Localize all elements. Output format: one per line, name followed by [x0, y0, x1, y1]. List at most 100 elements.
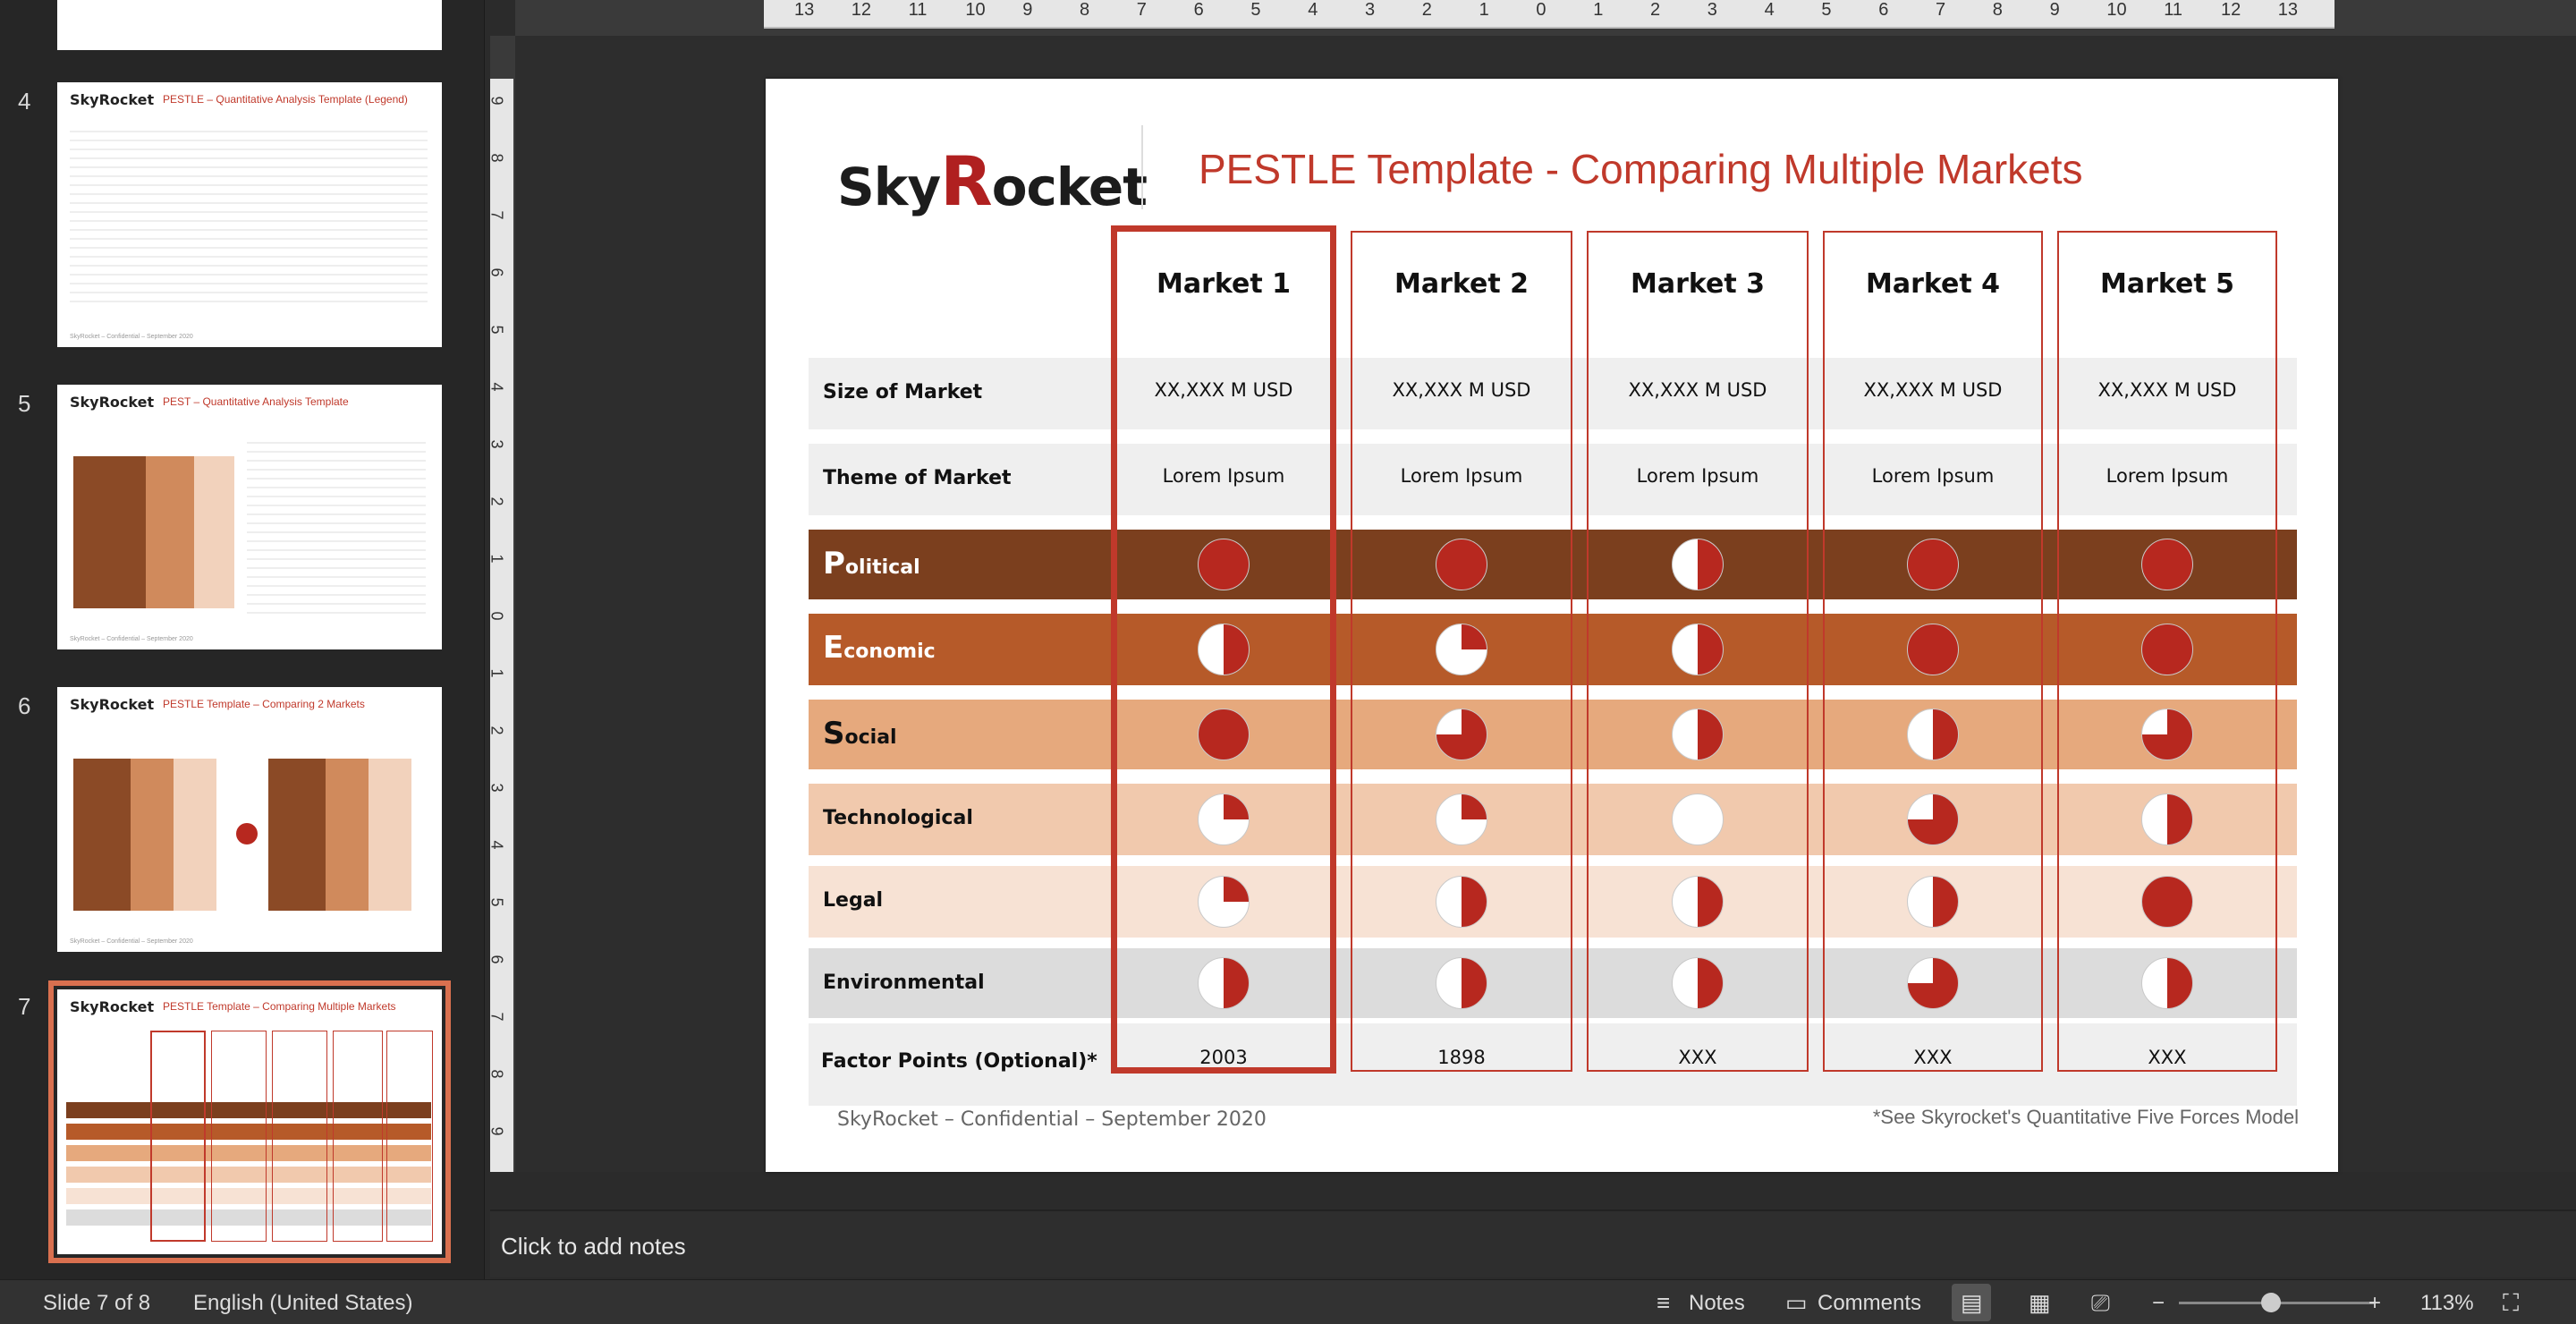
slide-thumbnail-3[interactable] — [57, 0, 442, 50]
harvey-ball — [1672, 794, 1724, 845]
thumb-logo: SkyRocket — [70, 998, 155, 1015]
cell-theme[interactable]: Lorem Ipsum — [2060, 465, 2275, 487]
row-label: Theme of Market — [823, 467, 1012, 489]
comments-icon[interactable]: ▭ — [1785, 1289, 1808, 1317]
ruler-tick: 6 — [1193, 0, 1204, 20]
harvey-ball — [1436, 794, 1487, 845]
cell-size[interactable]: XX,XXX M USD — [1354, 379, 1569, 401]
cell-theme[interactable]: Lorem Ipsum — [1116, 465, 1331, 487]
market-header: Market 5 — [2099, 268, 2235, 300]
cell-factors[interactable]: XXX — [2060, 1047, 2275, 1068]
ruler-tick: 4 — [1308, 0, 1318, 20]
ruler-tick: 10 — [2106, 0, 2127, 20]
ruler-tick: 6 — [1878, 0, 1889, 20]
vertical-ruler[interactable]: 9 8 7 6 5 4 3 2 1 0 1 2 3 4 5 6 7 8 9 — [487, 36, 515, 1172]
harvey-ball — [1198, 957, 1250, 1009]
harvey-ball — [2141, 709, 2193, 760]
cell-size[interactable]: XX,XXX M USD — [1590, 379, 1805, 401]
language-indicator[interactable]: English (United States) — [193, 1291, 412, 1316]
zoom-out-button[interactable]: − — [2152, 1291, 2165, 1316]
cell-size[interactable]: XX,XXX M USD — [1116, 379, 1331, 401]
market-header: Market 1 — [1156, 268, 1292, 300]
slide-thumbnail-6[interactable]: SkyRocket PESTLE Template – Comparing 2 … — [57, 687, 442, 952]
notes-pane[interactable]: Click to add notes — [490, 1209, 2576, 1277]
harvey-ball — [1672, 709, 1724, 760]
slide-thumbnail-7[interactable]: SkyRocket PESTLE Template – Comparing Mu… — [48, 980, 451, 1263]
cell-theme[interactable]: Lorem Ipsum — [1826, 465, 2040, 487]
cell-factors[interactable]: 1898 — [1354, 1047, 1569, 1068]
slide-editing-canvas[interactable]: SkyRocket PESTLE Template - Comparing Mu… — [515, 36, 2576, 1172]
harvey-ball — [1198, 794, 1250, 845]
ruler-tick: 9 — [487, 1126, 506, 1136]
slideshow-icon[interactable]: ⎚ — [2091, 1289, 2110, 1318]
thumb-market-col — [386, 1031, 433, 1242]
market-header: Market 4 — [1865, 268, 2001, 300]
row-label: Social — [823, 716, 897, 751]
thumb-market-col — [211, 1031, 267, 1242]
cell-size[interactable]: XX,XXX M USD — [1826, 379, 2040, 401]
ruler-tick: 13 — [2277, 0, 2299, 20]
skyrocket-logo: SkyRocket — [837, 141, 1148, 221]
thumb-title: PEST – Quantitative Analysis Template — [163, 395, 349, 408]
slide-number: 5 — [18, 390, 31, 417]
harvey-ball — [2141, 539, 2193, 590]
thumb-logo: SkyRocket — [70, 91, 155, 108]
ruler-tick: 3 — [1707, 0, 1717, 20]
slide-number: 7 — [18, 993, 31, 1020]
cell-factors[interactable]: 2003 — [1116, 1047, 1331, 1068]
ruler-tick: 2 — [487, 726, 506, 735]
slide-footer-note: *See Skyrocket's Quantitative Five Force… — [1872, 1106, 2299, 1128]
ruler-tick: 12 — [2221, 0, 2241, 20]
slide-sorter-icon[interactable]: ▦ — [2029, 1289, 2051, 1317]
ruler-tick: 11 — [908, 0, 928, 20]
notes-button[interactable]: Notes — [1689, 1291, 1745, 1316]
header-divider — [1141, 125, 1143, 209]
ruler-tick: 5 — [1821, 0, 1832, 20]
ruler-tick: 7 — [1936, 0, 1946, 20]
harvey-ball — [1907, 709, 1959, 760]
harvey-ball — [1672, 957, 1724, 1009]
thumb-logo: SkyRocket — [70, 696, 155, 713]
horizontal-ruler[interactable]: 13 12 11 10 9 8 7 6 5 4 3 2 1 0 1 2 3 4 5 6 7 8 9 10 11 12 13 — [515, 0, 2576, 36]
normal-view-icon[interactable]: ▤ — [1961, 1289, 1983, 1317]
ruler-tick: 1 — [1479, 0, 1489, 20]
slide[interactable]: SkyRocket PESTLE Template - Comparing Mu… — [766, 79, 2338, 1172]
ruler-tick: 5 — [487, 897, 506, 907]
cell-factors[interactable]: XXX — [1590, 1047, 1805, 1068]
slide-thumbnail-4[interactable]: SkyRocket PESTLE – Quantitative Analysis… — [57, 82, 442, 347]
zoom-in-button[interactable]: + — [2368, 1291, 2381, 1316]
ruler-tick: 0 — [487, 611, 506, 621]
zoom-slider-handle[interactable] — [2261, 1293, 2281, 1312]
ruler-tick: 13 — [794, 0, 815, 20]
vs-badge — [236, 823, 258, 844]
ruler-tick: 4 — [487, 840, 506, 850]
notes-icon[interactable]: ≡ — [1657, 1289, 1670, 1317]
powerpoint-window: 4 SkyRocket PESTLE – Quantitative Analys… — [0, 0, 2576, 1324]
market-header: Market 2 — [1394, 268, 1530, 300]
slide-thumbnail-5[interactable]: SkyRocket PEST – Quantitative Analysis T… — [57, 385, 442, 649]
comments-button[interactable]: Comments — [1818, 1291, 1921, 1316]
harvey-ball — [1907, 876, 1959, 928]
harvey-ball — [1198, 709, 1250, 760]
cell-theme[interactable]: Lorem Ipsum — [1354, 465, 1569, 487]
thumb-market-col — [333, 1031, 383, 1242]
cell-theme[interactable]: Lorem Ipsum — [1590, 465, 1805, 487]
slide-thumbnail-panel[interactable]: 4 SkyRocket PESTLE – Quantitative Analys… — [0, 0, 485, 1279]
fit-to-window-icon[interactable]: ⛶ — [2503, 1289, 2519, 1318]
ruler-tick: 6 — [487, 955, 506, 964]
ruler-tick: 3 — [487, 783, 506, 793]
slide-title[interactable]: PESTLE Template - Comparing Multiple Mar… — [1199, 145, 2083, 193]
cell-factors[interactable]: XXX — [1826, 1047, 2040, 1068]
ruler-tick: 9 — [2049, 0, 2060, 20]
thumb-footer: SkyRocket – Confidential – September 202… — [70, 938, 193, 945]
harvey-ball — [2141, 876, 2193, 928]
thumb-treemap-left — [73, 759, 216, 911]
harvey-ball — [1907, 624, 1959, 675]
slide-counter: Slide 7 of 8 — [43, 1291, 151, 1315]
notes-placeholder[interactable]: Click to add notes — [501, 1233, 686, 1260]
row-label: Environmental — [823, 972, 985, 994]
zoom-level[interactable]: 113% — [2420, 1291, 2474, 1316]
cell-size[interactable]: XX,XXX M USD — [2060, 379, 2275, 401]
harvey-ball — [2141, 624, 2193, 675]
status-bar: Slide 7 of 8 English (United States) ≡ N… — [0, 1279, 2576, 1324]
